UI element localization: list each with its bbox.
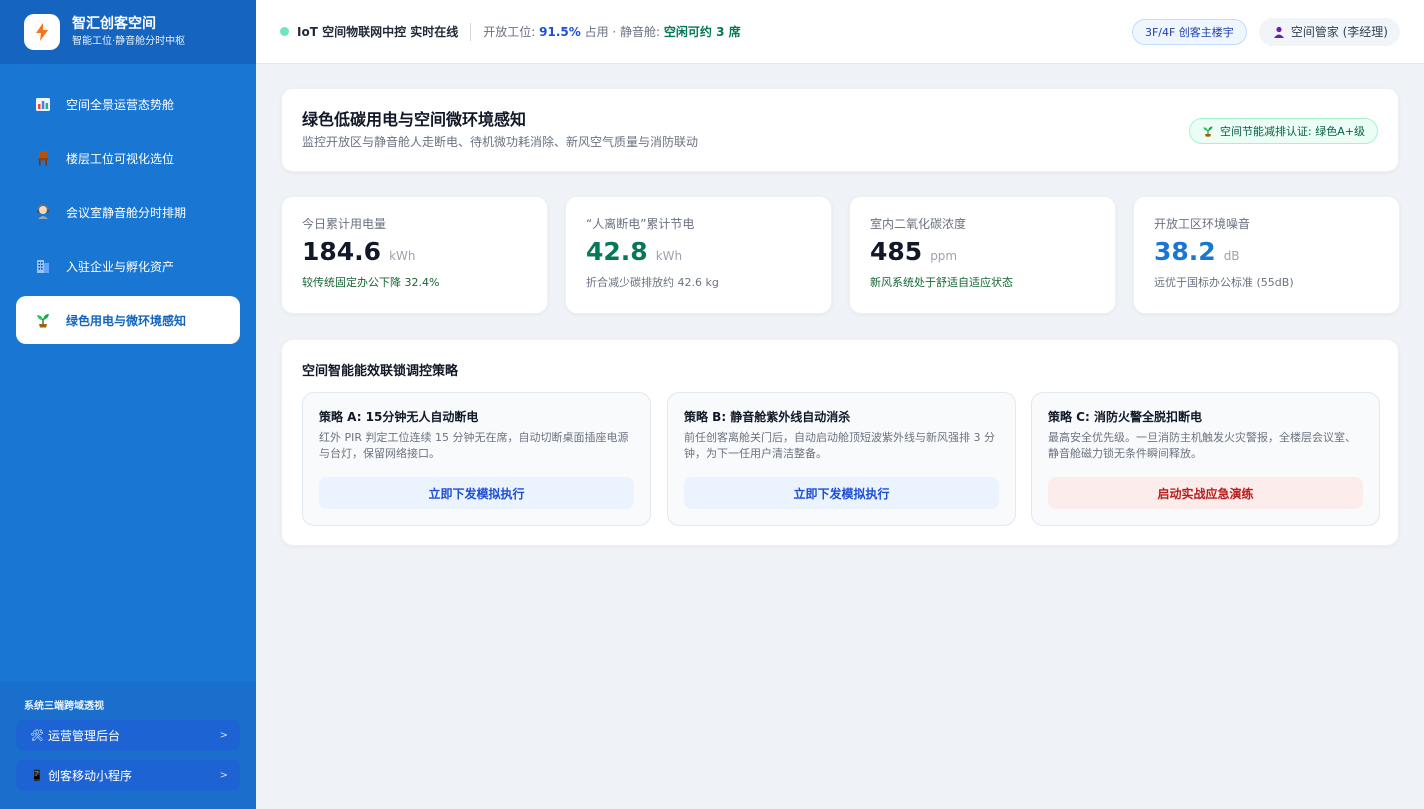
admin-console-link[interactable]: 🛠 运营管理后台 >	[16, 720, 240, 751]
mini-program-link[interactable]: 📱 创客移动小程序 >	[16, 760, 240, 791]
sidebar-nav: 空间全景运营态势舱 楼层工位可视化选位 会议室静音舱分时排期 入驻企业与孵化资产…	[16, 80, 240, 350]
user-name: 空间管家 (李经理)	[1290, 25, 1388, 39]
seedling-icon	[34, 311, 52, 329]
seedling-icon	[1202, 125, 1214, 137]
sidebar-footer: 系统三端跨域透视 🛠 运营管理后台 > 📱 创客移动小程序 >	[0, 681, 256, 809]
sidebar-item-label: 楼层工位可视化选位	[66, 151, 175, 166]
bar-chart-icon	[34, 95, 52, 113]
headset-icon	[34, 203, 52, 221]
brand-subtitle: 智能工位·静音舱分时中枢	[72, 36, 186, 47]
occupancy-value: 91.5%	[539, 25, 581, 39]
stat-label: 开放工区环境噪音	[1154, 217, 1251, 231]
sidebar-item-seating[interactable]: 楼层工位可视化选位	[16, 134, 240, 182]
header-divider	[470, 22, 472, 41]
sidebar-item-label: 绿色用电与微环境感知	[66, 313, 187, 328]
top-header: IoT 空间物联网中控 实时在线 开放工位: 91.5% 占用 · 静音舱: 空…	[256, 0, 1424, 64]
stat-value: 184.6	[302, 237, 382, 266]
stat-card-saved-power: “人离断电”累计节电 42.8 kWh 折合减少碳排放约 42.6 kg	[565, 196, 832, 314]
section-title: 空间智能能效联锁调控策略	[302, 364, 459, 379]
stat-label: 室内二氧化碳浓度	[870, 217, 967, 231]
stat-unit: kWh	[389, 249, 416, 263]
strategy-title: 策略 C: 消防火警全脱扣断电	[1048, 410, 1202, 424]
stat-card-co2: 室内二氧化碳浓度 485 ppm 新风系统处于舒适自适应状态	[849, 196, 1116, 314]
stat-label: “人离断电”累计节电	[586, 217, 695, 231]
sidebar-item-companies[interactable]: 入驻企业与孵化资产	[16, 242, 240, 290]
emergency-drill-button[interactable]: 启动实战应急演练	[1048, 477, 1363, 509]
stat-note: 远优于国标办公标准 (55dB)	[1154, 276, 1294, 289]
sidebar-item-green-energy[interactable]: 绿色用电与微环境感知	[16, 296, 240, 344]
strategy-card-a: 策略 A: 15分钟无人自动断电 红外 PIR 判定工位连续 15 分钟无在席，…	[302, 392, 651, 526]
iot-status: IoT 空间物联网中控 实时在线	[297, 25, 459, 39]
pods-availability: 空闲可约 3 席	[663, 25, 741, 39]
stat-note: 折合减少碳排放约 42.6 kg	[586, 276, 719, 289]
sidebar-item-label: 入驻企业与孵化资产	[66, 259, 175, 274]
stat-value: 485	[870, 237, 923, 266]
stat-card-noise: 开放工区环境噪音 38.2 dB 远优于国标办公标准 (55dB)	[1133, 196, 1400, 314]
strategy-description: 前任创客离舱关门后，自动启动舱顶短波紫外线与新风强排 3 分钟，为下一任用户清洁…	[684, 431, 995, 460]
lightning-logo-icon	[24, 14, 60, 50]
online-status-dot	[280, 27, 289, 36]
mini-program-label: 创客移动小程序	[48, 769, 133, 783]
chevron-right-icon: >	[219, 770, 228, 781]
sidebar-footer-title: 系统三端跨域透视	[24, 701, 104, 712]
simulate-execute-button[interactable]: 立即下发模拟执行	[684, 477, 999, 509]
stat-value: 38.2	[1154, 237, 1216, 266]
admin-console-label: 运营管理后台	[48, 729, 121, 743]
strategy-card-b: 策略 B: 静音舱紫外线自动消杀 前任创客离舱关门后，自动启动舱顶短波紫外线与新…	[667, 392, 1016, 526]
certification-badge: 空间节能减排认证: 绿色A+级	[1189, 118, 1378, 144]
building-icon	[34, 257, 52, 275]
page-header-card: 绿色低碳用电与空间微环境感知 监控开放区与静音舱人走断电、待机微功耗消除、新风空…	[281, 88, 1399, 172]
stat-unit: ppm	[930, 249, 958, 263]
certification-text: 空间节能减排认证: 绿色A+级	[1220, 125, 1365, 138]
stat-unit: dB	[1223, 249, 1240, 263]
simulate-execute-button[interactable]: 立即下发模拟执行	[319, 477, 634, 509]
stat-unit: kWh	[655, 249, 683, 263]
stat-label: 今日累计用电量	[302, 217, 387, 231]
chevron-right-icon: >	[219, 730, 228, 741]
phone-icon: 📱	[30, 769, 44, 782]
user-menu[interactable]: 空间管家 (李经理)	[1258, 17, 1400, 46]
chair-icon	[34, 149, 52, 167]
strategy-card-c: 策略 C: 消防火警全脱扣断电 最高安全优先级。一旦消防主机触发火灾警报，全楼层…	[1031, 392, 1380, 526]
strategy-title: 策略 A: 15分钟无人自动断电	[319, 410, 479, 424]
strategy-panel: 空间智能能效联锁调控策略 策略 A: 15分钟无人自动断电 红外 PIR 判定工…	[281, 339, 1399, 546]
sidebar-item-label: 空间全景运营态势舱	[66, 97, 175, 112]
floor-badge[interactable]: 3F/4F 创客主楼宇	[1131, 18, 1247, 45]
strategy-description: 红外 PIR 判定工位连续 15 分钟无在席，自动切断桌面插座电源与台灯，保留网…	[319, 431, 629, 460]
strategy-title: 策略 B: 静音舱紫外线自动消杀	[684, 410, 851, 424]
tools-icon: 🛠	[30, 729, 44, 742]
brand: 智汇创客空间 智能工位·静音舱分时中枢	[0, 0, 256, 64]
stat-card-power: 今日累计用电量 184.6 kWh 较传统固定办公下降 32.4%	[281, 196, 548, 314]
stat-note: 新风系统处于舒适自适应状态	[870, 276, 1013, 289]
stat-note: 较传统固定办公下降 32.4%	[302, 276, 440, 289]
stat-value: 42.8	[586, 237, 648, 266]
brand-title: 智汇创客空间	[72, 16, 156, 32]
user-icon	[1273, 26, 1285, 38]
occupancy-info: 开放工位: 91.5% 占用 · 静音舱: 空闲可约 3 席	[483, 25, 741, 39]
sidebar-item-meeting-rooms[interactable]: 会议室静音舱分时排期	[16, 188, 240, 236]
sidebar-item-dashboard[interactable]: 空间全景运营态势舱	[16, 80, 240, 128]
sidebar: 智汇创客空间 智能工位·静音舱分时中枢 空间全景运营态势舱 楼层工位可视化选位 …	[0, 0, 256, 809]
sidebar-item-label: 会议室静音舱分时排期	[66, 205, 187, 220]
strategy-description: 最高安全优先级。一旦消防主机触发火灾警报，全楼层会议室、静音舱磁力锁无条件瞬间释…	[1048, 431, 1356, 460]
